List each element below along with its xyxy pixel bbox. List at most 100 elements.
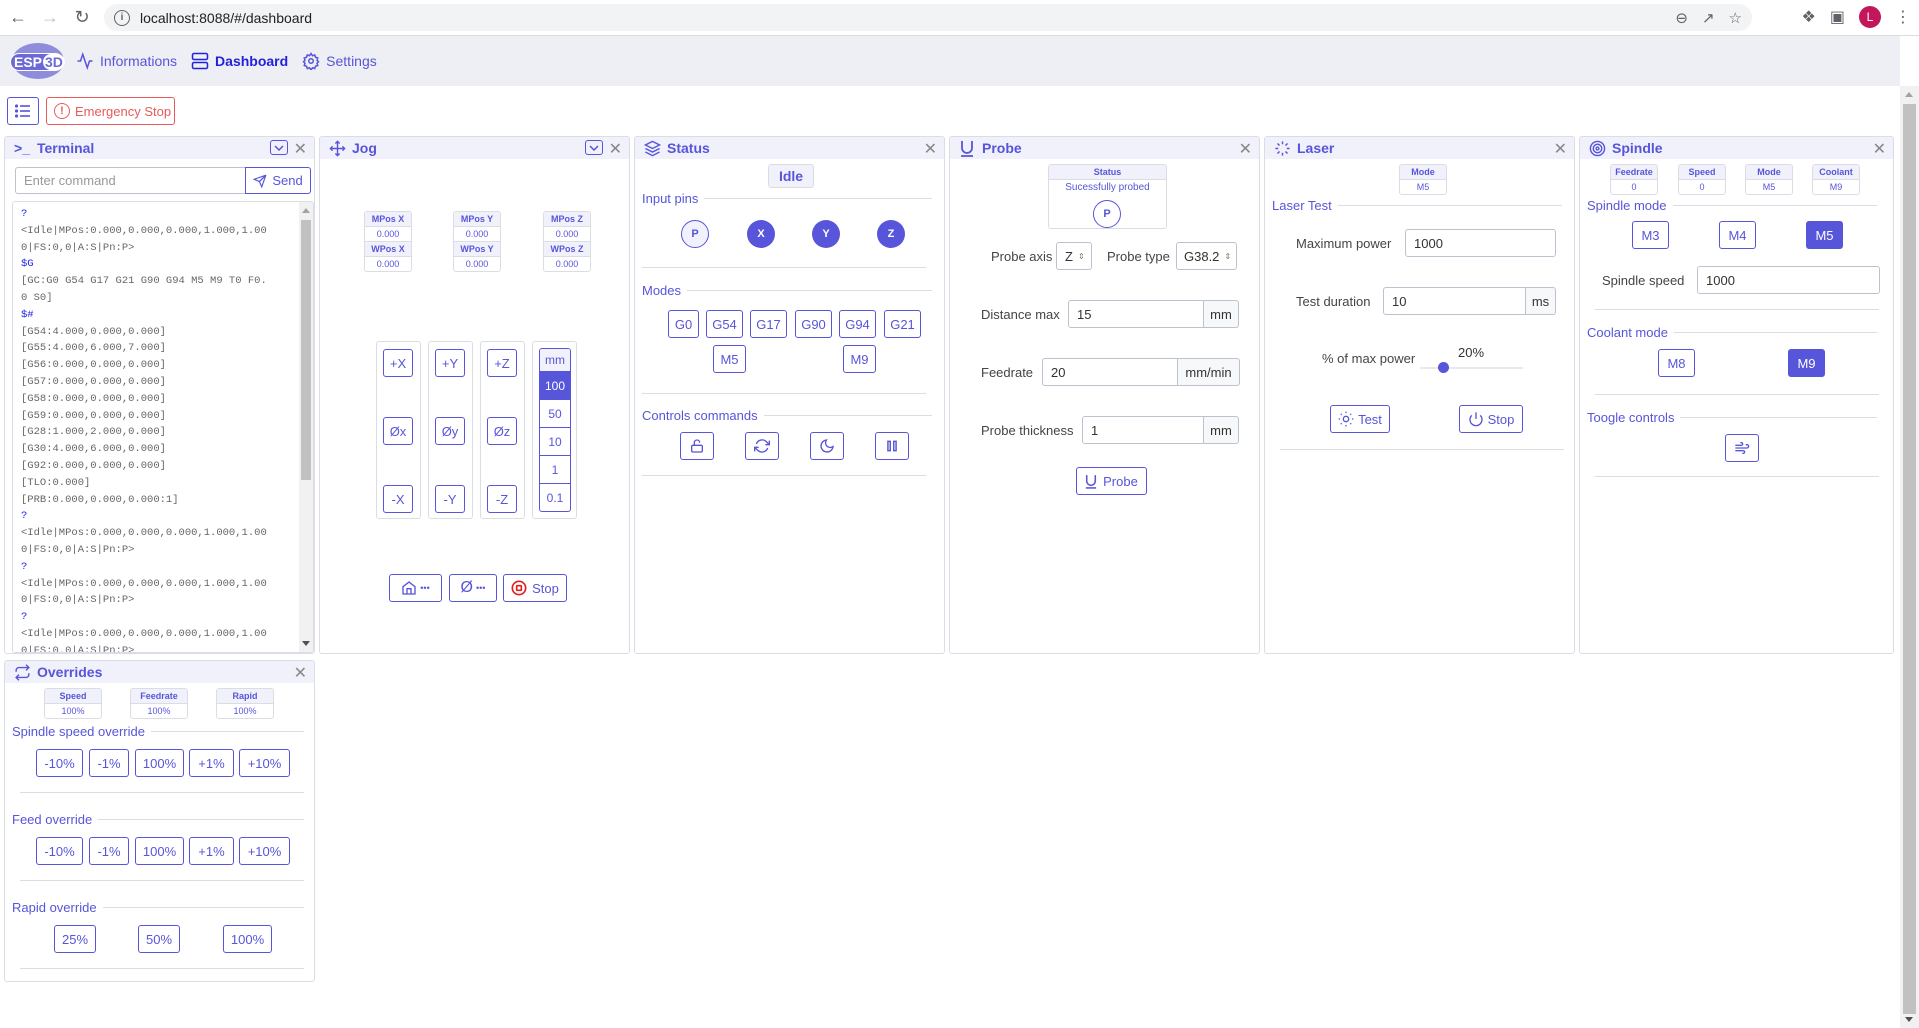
reload-icon[interactable]: ↻ — [68, 4, 96, 32]
test-duration-input[interactable]: 10 — [1383, 287, 1526, 315]
step-100-button[interactable]: 100 — [540, 371, 570, 399]
back-icon[interactable]: ← — [4, 4, 32, 32]
probe-axis-select[interactable]: Z ⇕ — [1056, 242, 1092, 270]
zoom-icon[interactable]: ⊖ — [1675, 9, 1688, 27]
jog-plus-z-button[interactable]: +Z — [487, 349, 517, 377]
zero-y-button[interactable]: Øy — [435, 417, 465, 445]
spindle-override-minus10[interactable]: -10% — [36, 749, 83, 777]
feed-override-plus1[interactable]: +1% — [189, 837, 234, 865]
jog-minus-z-button[interactable]: -Z — [487, 485, 517, 513]
jog-minus-x-button[interactable]: -X — [383, 485, 413, 513]
terminal-output-line: [G56:0.000,0.000,0.000] — [21, 359, 166, 372]
bookmark-star-icon[interactable]: ☆ — [1729, 9, 1742, 27]
nav-dashboard[interactable]: Dashboard — [191, 52, 288, 70]
mode-g21[interactable]: G21 — [884, 310, 921, 338]
mode-g0[interactable]: G0 — [668, 310, 699, 338]
rapid-override-50[interactable]: 50% — [138, 925, 180, 953]
zero-z-button[interactable]: Øz — [487, 417, 517, 445]
nav-informations[interactable]: Informations — [76, 52, 177, 70]
step-0-1-button[interactable]: 0.1 — [540, 483, 570, 511]
step-1-button[interactable]: 1 — [540, 455, 570, 483]
mode-g90[interactable]: G90 — [795, 310, 832, 338]
page-scrollbar[interactable] — [1900, 86, 1919, 1028]
spindle-override-plus1[interactable]: +1% — [189, 749, 234, 777]
reset-button[interactable] — [745, 432, 779, 460]
rapid-override-25[interactable]: 25% — [54, 925, 96, 953]
mode-g17[interactable]: G17 — [750, 310, 787, 338]
spindle-m3-button[interactable]: M3 — [1632, 221, 1669, 249]
address-bar[interactable]: i localhost:8088/#/dashboard ⊖ ↗ ☆ — [104, 4, 1752, 31]
power-slider[interactable] — [1420, 362, 1523, 374]
spindle-speed-input[interactable]: 1000 — [1697, 266, 1880, 294]
laser-title: Laser — [1297, 140, 1335, 156]
stat-label: Coolant — [1813, 165, 1859, 180]
url-text[interactable]: localhost:8088/#/dashboard — [140, 10, 312, 26]
send-button[interactable]: Send — [245, 167, 311, 194]
distance-max-input[interactable]: 15 — [1068, 300, 1204, 328]
pause-button[interactable] — [875, 432, 909, 460]
max-power-input[interactable]: 1000 — [1405, 229, 1556, 257]
panels-menu-button[interactable] — [7, 97, 39, 125]
mode-g54[interactable]: G54 — [706, 310, 743, 338]
browser-menu-icon[interactable]: ⋮ — [1895, 7, 1911, 27]
laser-test-button[interactable]: Test — [1330, 405, 1390, 433]
forward-icon[interactable]: → — [36, 4, 64, 32]
feed-override-reset[interactable]: 100% — [135, 837, 184, 865]
mode-g94[interactable]: G94 — [839, 310, 876, 338]
spindle-override-minus1[interactable]: -1% — [89, 749, 129, 777]
coolant-m9-button[interactable]: M9 — [1788, 349, 1825, 377]
close-icon[interactable]: ✕ — [1239, 139, 1252, 159]
probe-button[interactable]: Probe — [1076, 467, 1147, 495]
terminal-output[interactable]: ? <Idle|MPos:0.000,0.000,0.000,1.000,1.00… — [12, 201, 314, 653]
side-panel-icon[interactable]: ▣ — [1830, 7, 1845, 27]
jog-stop-button[interactable]: Stop — [503, 574, 567, 602]
extensions-icon[interactable]: ❖ — [1802, 7, 1816, 27]
mode-m9[interactable]: M9 — [843, 345, 876, 373]
share-icon[interactable]: ↗ — [1702, 9, 1715, 27]
site-info-icon[interactable]: i — [114, 9, 130, 26]
jog-plus-x-button[interactable]: +X — [383, 349, 413, 377]
collapse-button[interactable] — [585, 140, 603, 155]
spindle-mode-title: Spindle mode — [1587, 198, 1667, 213]
close-icon[interactable]: ✕ — [609, 139, 622, 159]
close-icon[interactable]: ✕ — [294, 139, 307, 159]
toggle-air-button[interactable] — [1725, 434, 1759, 462]
feedrate-input[interactable]: 20 — [1042, 358, 1178, 386]
step-10-button[interactable]: 10 — [540, 427, 570, 455]
esp3d-logo[interactable]: ESP 3D — [10, 43, 66, 79]
nav-settings[interactable]: Settings — [302, 52, 377, 70]
close-icon[interactable]: ✕ — [1554, 139, 1567, 159]
close-icon[interactable]: ✕ — [294, 663, 307, 683]
probe-thickness-input[interactable]: 1 — [1082, 416, 1204, 444]
unlock-button[interactable] — [680, 432, 714, 460]
rapid-override-100[interactable]: 100% — [223, 925, 272, 953]
emergency-stop-button[interactable]: ! Emergency Stop — [46, 97, 175, 125]
probe-type-select[interactable]: G38.2 ⇕ — [1176, 242, 1237, 270]
slider-thumb[interactable] — [1438, 362, 1450, 373]
close-icon[interactable]: ✕ — [1873, 139, 1886, 159]
spindle-override-plus10[interactable]: +10% — [239, 749, 290, 777]
feed-override-plus10[interactable]: +10% — [239, 837, 290, 865]
coolant-m8-button[interactable]: M8 — [1658, 349, 1695, 377]
coolant-mode-section-title: Coolant mode — [1587, 325, 1877, 340]
sleep-button[interactable] — [810, 432, 844, 460]
close-icon[interactable]: ✕ — [924, 139, 937, 159]
spindle-override-reset[interactable]: 100% — [135, 749, 184, 777]
laser-stop-button[interactable]: Stop — [1459, 405, 1523, 433]
collapse-button[interactable] — [270, 140, 288, 155]
profile-avatar[interactable]: L — [1859, 6, 1881, 28]
home-button[interactable]: ••• — [389, 574, 442, 602]
terminal-scrollbar[interactable] — [299, 202, 313, 652]
spindle-m4-button[interactable]: M4 — [1719, 221, 1756, 249]
zero-all-button[interactable]: Ø ••• — [449, 574, 497, 602]
zero-x-button[interactable]: Øx — [383, 417, 413, 445]
pin-x: X — [747, 220, 775, 248]
feed-override-minus1[interactable]: -1% — [89, 837, 129, 865]
spindle-m5-button[interactable]: M5 — [1806, 221, 1843, 249]
step-50-button[interactable]: 50 — [540, 399, 570, 427]
jog-minus-y-button[interactable]: -Y — [435, 485, 465, 513]
feed-override-minus10[interactable]: -10% — [36, 837, 83, 865]
jog-plus-y-button[interactable]: +Y — [435, 349, 465, 377]
mode-m5[interactable]: M5 — [713, 345, 746, 373]
command-input[interactable]: Enter command — [15, 167, 246, 194]
